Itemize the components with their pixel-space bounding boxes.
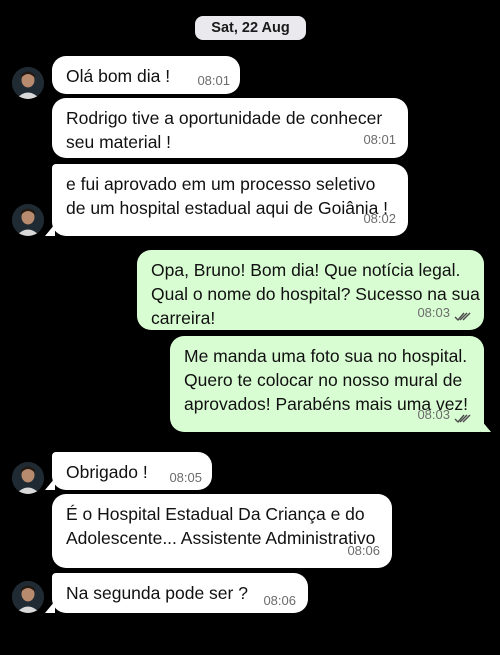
contact-avatar[interactable] bbox=[12, 581, 44, 613]
message-text: Olá bom dia ! bbox=[66, 66, 171, 86]
message-text: Rodrigo tive a oportunidade de conhecer … bbox=[66, 108, 383, 152]
incoming-message-bubble[interactable]: e fui aprovado em um processo seletivo d… bbox=[45, 164, 408, 236]
avatar-image bbox=[12, 204, 44, 236]
message-time: 08:06 bbox=[347, 543, 380, 558]
incoming-message-bubble[interactable]: É o Hospital Estadual Da Criança e do Ad… bbox=[52, 494, 392, 568]
message-text: Obrigado ! bbox=[66, 462, 148, 482]
incoming-message-bubble[interactable]: Rodrigo tive a oportunidade de conhecer … bbox=[52, 98, 408, 158]
outgoing-message-bubble[interactable]: Me manda uma foto sua no hospital. Quero… bbox=[170, 336, 491, 432]
contact-avatar[interactable] bbox=[12, 462, 44, 494]
message-text: e fui aprovado em um processo seletivo d… bbox=[66, 174, 389, 218]
message-time: 08:06 bbox=[263, 593, 296, 608]
outgoing-message-bubble[interactable]: Opa, Bruno! Bom dia! Que notícia legal. … bbox=[137, 250, 484, 330]
message-time: 08:03 bbox=[417, 407, 450, 422]
message-time: 08:01 bbox=[197, 73, 230, 88]
message-time: 08:01 bbox=[363, 132, 396, 147]
read-receipt-icon bbox=[454, 414, 471, 424]
read-receipt-icon bbox=[454, 312, 471, 322]
avatar-image bbox=[12, 581, 44, 613]
avatar-image bbox=[12, 462, 44, 494]
message-time: 08:02 bbox=[363, 211, 396, 226]
date-separator: Sat, 22 Aug bbox=[195, 16, 306, 40]
message-time: 08:05 bbox=[169, 470, 202, 485]
contact-avatar[interactable] bbox=[12, 67, 44, 99]
incoming-message-bubble[interactable]: Obrigado ! 08:05 bbox=[45, 452, 212, 490]
incoming-message-bubble[interactable]: Olá bom dia ! 08:01 bbox=[52, 56, 240, 94]
contact-avatar[interactable] bbox=[12, 204, 44, 236]
message-text: É o Hospital Estadual Da Criança e do Ad… bbox=[66, 504, 376, 548]
message-time: 08:03 bbox=[417, 305, 450, 320]
avatar-image bbox=[12, 67, 44, 99]
message-text: Na segunda pode ser ? bbox=[66, 583, 248, 603]
incoming-message-bubble[interactable]: Na segunda pode ser ? 08:06 bbox=[45, 573, 308, 613]
